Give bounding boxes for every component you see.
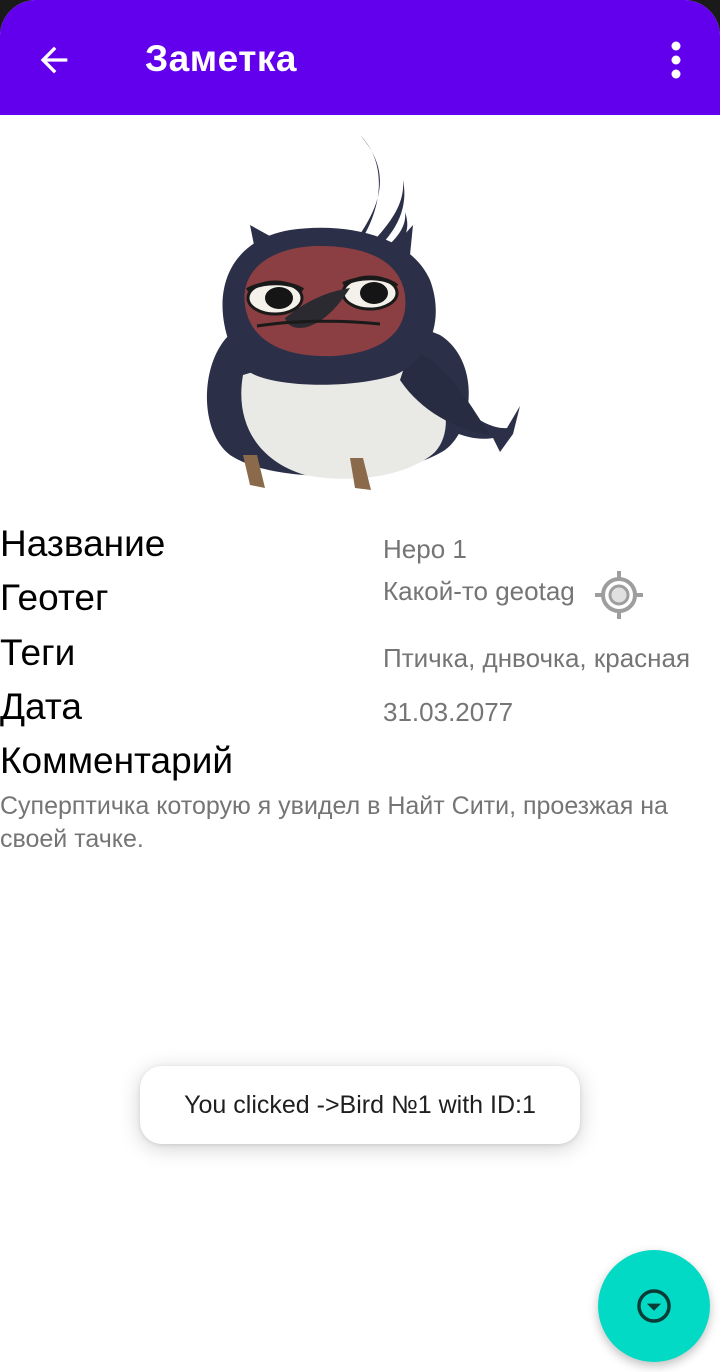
comment-label: Комментарий <box>0 740 234 781</box>
arrow-drop-down-circle-icon <box>637 1289 671 1323</box>
date-label: Дата <box>0 686 82 727</box>
more-options-button[interactable] <box>650 28 702 92</box>
floating-action-button[interactable] <box>598 1250 710 1362</box>
gps-target-icon[interactable] <box>594 570 644 620</box>
arrow-back-icon <box>40 46 68 74</box>
date-value: 31.03.2077 <box>383 697 514 727</box>
name-label: Название <box>0 523 166 564</box>
back-button[interactable] <box>22 28 86 92</box>
tags-label: Теги <box>0 632 76 673</box>
toast-message: You clicked ->Bird №1 with ID:1 <box>140 1066 580 1144</box>
page-title: Заметка <box>145 38 297 79</box>
bird-image <box>206 135 520 490</box>
geotag-value: Какой-то geotag <box>383 576 575 606</box>
comment-text: Суперптичка которую я увидел в Найт Сити… <box>0 792 668 853</box>
tags-value: Птичка, днвочка, красная <box>383 643 691 673</box>
note-screen: Заметка Название Неро 1 Геотег Какой-то … <box>0 0 720 1372</box>
more-vert-icon <box>671 41 681 79</box>
app-bar: Заметка <box>0 0 720 115</box>
name-value: Неро 1 <box>383 534 467 564</box>
geotag-label: Геотег <box>0 577 109 618</box>
